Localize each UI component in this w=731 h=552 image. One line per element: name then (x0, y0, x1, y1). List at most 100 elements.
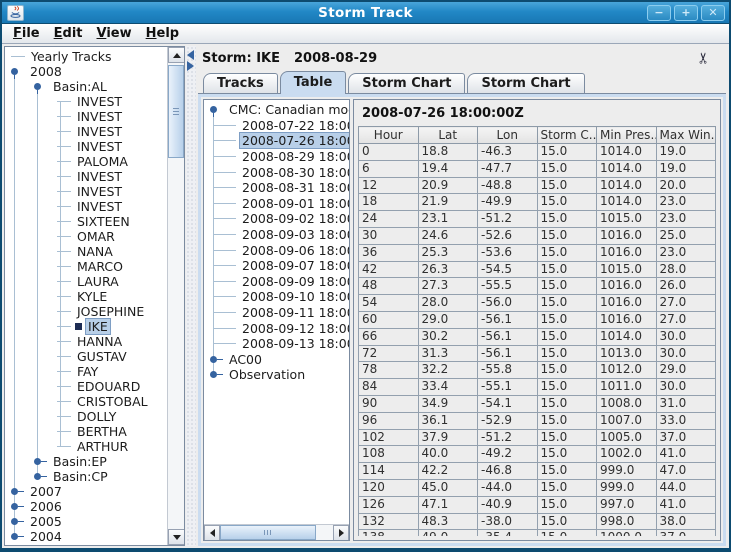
tree-node-cmc-canadian-model[interactable]: CMC: Canadian model (204, 102, 349, 118)
table-cell[interactable]: 997.0 (597, 496, 657, 513)
table-cell[interactable]: 1000.0 (597, 530, 657, 536)
table-row[interactable]: 4827.3-55.515.01016.026.0 (359, 278, 716, 295)
table-cell[interactable]: -51.2 (478, 211, 538, 228)
tree-node-ac00[interactable]: AC00 (204, 352, 349, 368)
table-row[interactable]: 1220.9-48.815.01014.020.0 (359, 177, 716, 194)
table-cell[interactable]: 37.0 (656, 530, 716, 536)
table-cell[interactable]: 0 (359, 144, 419, 161)
left-tree-vertical-scrollbar[interactable] (167, 47, 184, 545)
table-cell[interactable]: 29.0 (418, 311, 478, 328)
table-cell[interactable]: 6 (359, 160, 419, 177)
table-row[interactable]: 9636.1-52.915.01007.033.0 (359, 412, 716, 429)
tab-storm-chart-3[interactable]: Storm Chart (467, 73, 584, 93)
tree-node-2008-07-26-18-00-00z[interactable]: 2008-07-26 18:00:00Z (204, 133, 349, 149)
table-cell[interactable]: 20.0 (656, 177, 716, 194)
table-cell[interactable]: 20.9 (418, 177, 478, 194)
scroll-down-button[interactable] (168, 529, 185, 545)
tree-node-basin-ep[interactable]: Basin:EP (5, 454, 184, 469)
table-cell[interactable]: 31.3 (418, 345, 478, 362)
table-row[interactable]: 619.4-47.715.01014.019.0 (359, 160, 716, 177)
table-cell[interactable]: -55.8 (478, 362, 538, 379)
tree-node-nana[interactable]: NANA (5, 244, 184, 259)
menu-file[interactable]: File (6, 25, 47, 42)
table-cell[interactable]: 114 (359, 463, 419, 480)
table-cell[interactable]: 1016.0 (597, 244, 657, 261)
table-cell[interactable]: 36 (359, 244, 419, 261)
table-cell[interactable]: 36.1 (418, 412, 478, 429)
table-cell[interactable]: 45.0 (418, 479, 478, 496)
table-cell[interactable]: 30.0 (656, 379, 716, 396)
tree-node-sixteen[interactable]: SIXTEEN (5, 214, 184, 229)
table-cell[interactable]: 27.0 (656, 311, 716, 328)
tree-node-2007[interactable]: 2007 (5, 484, 184, 499)
table-cell[interactable]: 15.0 (537, 345, 597, 362)
table-cell[interactable]: 24.6 (418, 227, 478, 244)
table-cell[interactable]: -56.1 (478, 311, 538, 328)
table-cell[interactable]: 15.0 (537, 513, 597, 530)
table-cell[interactable]: -46.8 (478, 463, 538, 480)
tree-node-observation[interactable]: Observation (204, 367, 349, 383)
table-cell[interactable]: -47.7 (478, 160, 538, 177)
table-cell[interactable]: 132 (359, 513, 419, 530)
table-cell[interactable]: 120 (359, 479, 419, 496)
table-row[interactable]: 9034.9-54.115.01008.031.0 (359, 395, 716, 412)
tree-node-invest[interactable]: INVEST (5, 124, 184, 139)
table-cell[interactable]: 26.0 (656, 278, 716, 295)
table-cell[interactable]: 15.0 (537, 362, 597, 379)
column-header-min-pres[interactable]: Min Pres... (597, 127, 657, 144)
table-cell[interactable]: 27.3 (418, 278, 478, 295)
tree-node-2008-09-06-18-00-00z[interactable]: 2008-09-06 18:00:00Z (204, 242, 349, 258)
cut-icon[interactable]: ✂ (695, 52, 713, 65)
table-cell[interactable]: 1015.0 (597, 211, 657, 228)
menu-edit[interactable]: Edit (47, 25, 90, 42)
collapse-right-icon[interactable] (187, 61, 194, 71)
table-cell[interactable]: 26.3 (418, 261, 478, 278)
table-cell[interactable]: 60 (359, 311, 419, 328)
table-row[interactable]: 8433.4-55.115.01011.030.0 (359, 379, 716, 396)
table-cell[interactable]: 15.0 (537, 395, 597, 412)
tree-expanded-handle-icon[interactable] (210, 103, 223, 116)
table-cell[interactable]: -56.0 (478, 295, 538, 312)
split-pane-divider[interactable] (186, 46, 196, 546)
tree-node-2008-08-30-18-00-00z[interactable]: 2008-08-30 18:00:00Z (204, 164, 349, 180)
collapse-left-icon[interactable] (187, 50, 194, 60)
table-cell[interactable]: 47.0 (656, 463, 716, 480)
table-cell[interactable]: 19.0 (656, 144, 716, 161)
table-cell[interactable]: 15.0 (537, 328, 597, 345)
table-cell[interactable]: 1002.0 (597, 446, 657, 463)
table-cell[interactable]: 23.1 (418, 211, 478, 228)
menu-help[interactable]: Help (139, 25, 186, 42)
table-cell[interactable]: 1012.0 (597, 362, 657, 379)
tree-collapsed-handle-icon[interactable] (34, 470, 47, 483)
tree-node-2008-07-22-18-00-00z[interactable]: 2008-07-22 18:00:00Z (204, 118, 349, 134)
table-cell[interactable]: 30 (359, 227, 419, 244)
table-cell[interactable]: 126 (359, 496, 419, 513)
table-cell[interactable]: 15.0 (537, 446, 597, 463)
table-cell[interactable]: 1016.0 (597, 295, 657, 312)
table-cell[interactable]: 31.0 (656, 395, 716, 412)
table-cell[interactable]: 15.0 (537, 177, 597, 194)
table-cell[interactable]: 47.1 (418, 496, 478, 513)
table-row[interactable]: 7231.3-56.115.01013.030.0 (359, 345, 716, 362)
table-cell[interactable]: 33.0 (656, 412, 716, 429)
table-cell[interactable]: -55.1 (478, 379, 538, 396)
title-bar[interactable]: Storm Track −+✕ (2, 2, 729, 24)
model-tree-horizontal-scrollbar[interactable] (204, 524, 349, 540)
table-cell[interactable]: 25.3 (418, 244, 478, 261)
tree-node-2006[interactable]: 2006 (5, 499, 184, 514)
table-row[interactable]: 12045.0-44.015.0999.044.0 (359, 479, 716, 496)
tree-node-2005[interactable]: 2005 (5, 514, 184, 529)
table-cell[interactable]: 1014.0 (597, 328, 657, 345)
table-cell[interactable]: 138 (359, 530, 419, 536)
tree-node-kyle[interactable]: KYLE (5, 289, 184, 304)
table-cell[interactable]: -55.5 (478, 278, 538, 295)
table-cell[interactable]: 15.0 (537, 261, 597, 278)
table-cell[interactable]: 15.0 (537, 429, 597, 446)
tree-node-dolly[interactable]: DOLLY (5, 409, 184, 424)
table-cell[interactable]: 29.0 (656, 362, 716, 379)
tab-storm-chart-2[interactable]: Storm Chart (348, 73, 465, 93)
menu-view[interactable]: View (90, 25, 139, 42)
scrollbar-thumb[interactable] (220, 525, 316, 540)
tree-node-ike[interactable]: IKE (5, 319, 184, 334)
tree-expanded-handle-icon[interactable] (11, 65, 24, 78)
